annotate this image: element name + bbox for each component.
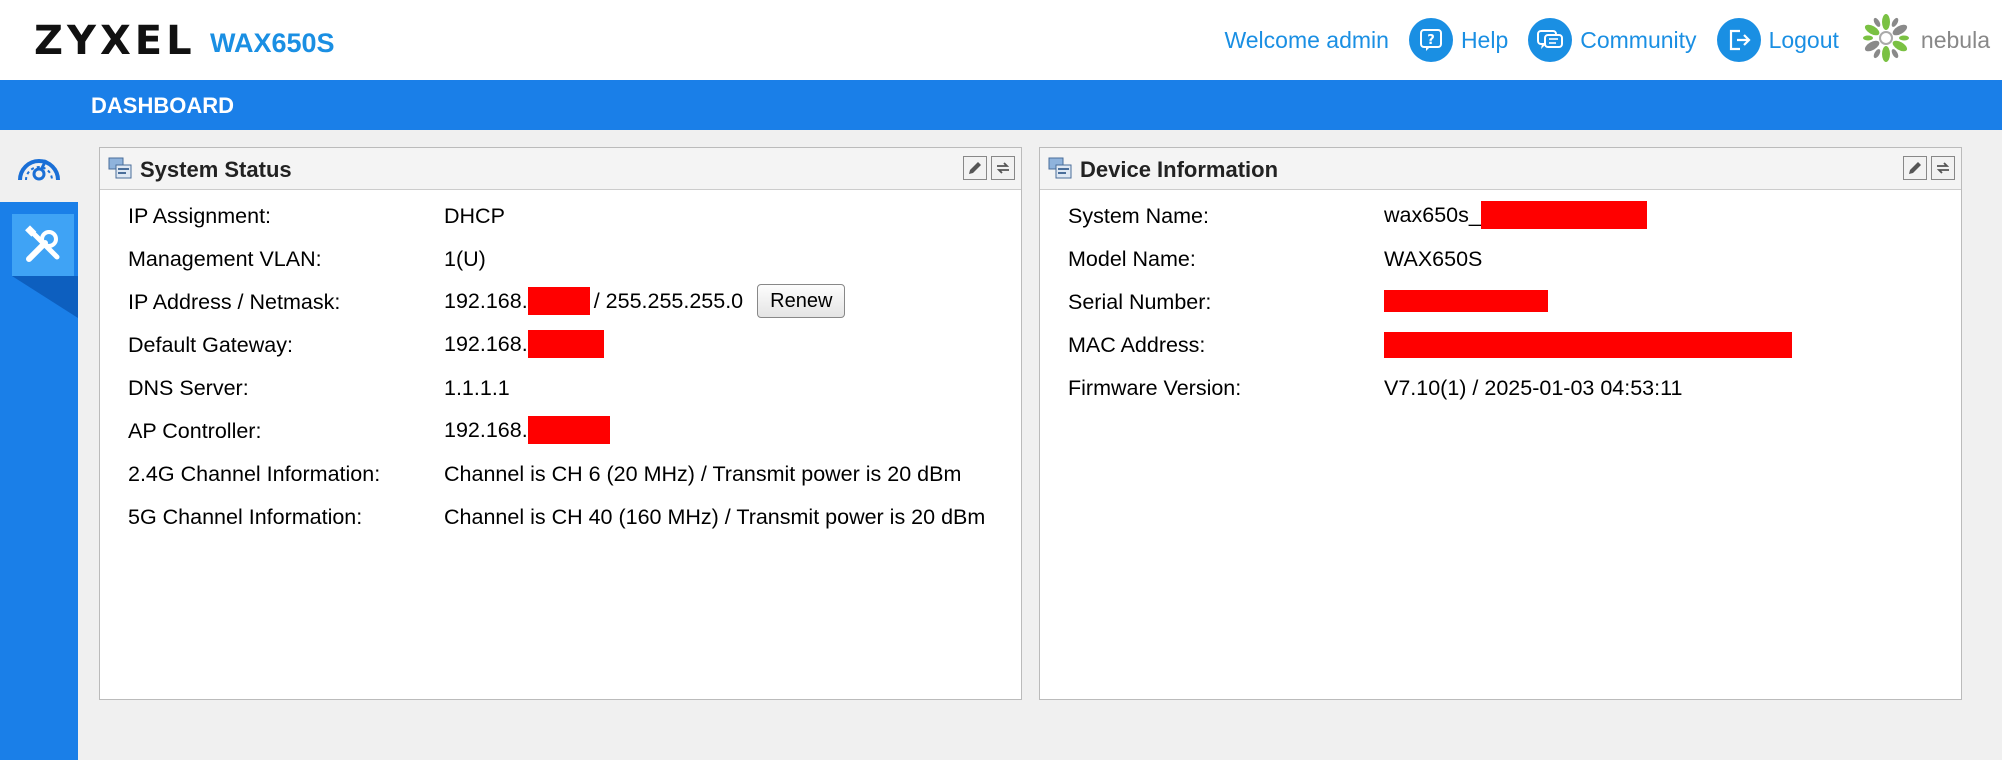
redaction-block — [527, 330, 604, 358]
community-icon — [1528, 18, 1573, 62]
row-label: IP Assignment: — [128, 204, 272, 228]
row-value: 1.1.1.1 — [444, 376, 510, 400]
table-row: Serial Number: — [1040, 280, 1961, 323]
pencil-icon — [1909, 162, 1921, 174]
svg-text:?: ? — [1427, 33, 1435, 48]
table-row: Default Gateway: 192.168. — [100, 323, 1021, 366]
logout-icon — [1716, 18, 1761, 62]
row-value: Channel is CH 40 (160 MHz) / Transmit po… — [444, 505, 986, 529]
redaction-block — [1480, 201, 1647, 229]
top-header: ZYXEL WAX650S Welcome admin ? Help Commu… — [0, 0, 2002, 80]
sidebar-item-dashboard[interactable] — [0, 130, 78, 202]
row-label: Default Gateway: — [128, 333, 293, 357]
table-row: IP Assignment: DHCP — [100, 194, 1021, 237]
panel-tools — [959, 156, 1015, 180]
row-value: WAX650S — [1384, 247, 1483, 271]
redaction-block — [1384, 290, 1548, 312]
table-row: IP Address / Netmask: 192.168. / 255.255… — [100, 280, 1021, 323]
device-information-rows: System Name: wax650s_ Model Name: WAX650… — [1040, 190, 1961, 409]
pencil-icon — [969, 162, 981, 174]
device-information-header: Device Information — [1040, 148, 1961, 190]
table-row: 5G Channel Information: Channel is CH 40… — [100, 495, 1021, 538]
table-row: System Name: wax650s_ — [1040, 194, 1961, 237]
ip-prefix: 192.168. — [444, 288, 528, 313]
logout-link[interactable]: Logout — [1716, 18, 1839, 62]
row-value: 192.168. — [444, 330, 604, 358]
row-label: DNS Server: — [128, 376, 249, 400]
system-status-header: System Status — [100, 148, 1021, 190]
help-label: Help — [1460, 26, 1509, 53]
device-model: WAX650S — [210, 28, 335, 58]
title-bar: DASHBOARD — [0, 80, 2002, 130]
community-link[interactable]: Community — [1528, 18, 1697, 62]
refresh-icon — [1936, 162, 1950, 174]
row-value: DHCP — [444, 204, 505, 228]
row-label: IP Address / Netmask: — [128, 290, 341, 314]
widget-icon — [1048, 157, 1072, 179]
row-value: 192.168. / 255.255.255.0 Renew — [444, 284, 846, 318]
nebula-link[interactable]: nebula — [1859, 11, 1990, 70]
table-row: Firmware Version: V7.10(1) / 2025-01-03 … — [1040, 366, 1961, 409]
row-label: AP Controller: — [128, 419, 262, 443]
netmask-value: / 255.255.255.0 — [593, 288, 744, 313]
refresh-widget-button[interactable] — [991, 156, 1015, 180]
sidebar-item-configuration[interactable] — [12, 214, 74, 276]
device-information-panel: Device Information System Name: wax650s_… — [1039, 147, 1962, 700]
row-label: Model Name: — [1068, 247, 1196, 271]
community-label: Community — [1580, 26, 1697, 53]
edit-widget-button[interactable] — [963, 156, 987, 180]
panel-tools — [1899, 156, 1955, 180]
left-sidebar — [0, 130, 78, 760]
row-label: Management VLAN: — [128, 247, 322, 271]
system-status-title: System Status — [140, 157, 292, 182]
renew-button[interactable]: Renew — [757, 284, 846, 318]
controller-prefix: 192.168. — [444, 417, 528, 442]
refresh-icon — [996, 162, 1010, 174]
page-title: DASHBOARD — [91, 93, 234, 118]
row-value — [1384, 332, 1792, 358]
help-link[interactable]: ? Help — [1408, 18, 1509, 62]
table-row: DNS Server: 1.1.1.1 — [100, 366, 1021, 409]
widget-icon — [108, 157, 132, 179]
help-icon: ? — [1408, 18, 1453, 62]
nebula-logo-icon — [1859, 11, 1913, 70]
welcome-text: Welcome admin — [1224, 26, 1389, 53]
row-label: System Name: — [1068, 204, 1209, 228]
table-row: Management VLAN: 1(U) — [100, 237, 1021, 280]
row-value — [1384, 290, 1548, 312]
row-label: MAC Address: — [1068, 333, 1206, 357]
system-name-prefix: wax650s_ — [1384, 202, 1481, 227]
gateway-prefix: 192.168. — [444, 331, 528, 356]
row-label: Firmware Version: — [1068, 376, 1242, 400]
dashboard-gauge-icon — [18, 159, 60, 181]
refresh-widget-button[interactable] — [1931, 156, 1955, 180]
row-value: wax650s_ — [1384, 201, 1647, 229]
system-status-rows: IP Assignment: DHCP Management VLAN: 1(U… — [100, 190, 1021, 538]
row-value: 192.168. — [444, 416, 610, 444]
redaction-block — [1384, 332, 1792, 358]
row-label: 2.4G Channel Information: — [128, 462, 381, 486]
zyxel-logo: ZYXEL — [34, 18, 196, 64]
row-value: V7.10(1) / 2025-01-03 04:53:11 — [1384, 376, 1683, 400]
redaction-block — [527, 416, 610, 444]
edit-widget-button[interactable] — [1903, 156, 1927, 180]
row-label: 5G Channel Information: — [128, 505, 363, 529]
table-row: Model Name: WAX650S — [1040, 237, 1961, 280]
row-label: Serial Number: — [1068, 290, 1212, 314]
row-value: 1(U) — [444, 247, 486, 271]
redaction-block — [527, 287, 590, 315]
tools-icon — [25, 225, 60, 262]
logout-label: Logout — [1768, 26, 1839, 53]
device-information-title: Device Information — [1080, 157, 1279, 182]
top-nav: Welcome admin ? Help Community Logout ne… — [1224, 0, 2002, 80]
system-status-panel: System Status IP Assignment: DHCP Manage… — [99, 147, 1022, 700]
sidebar-active-pointer — [12, 276, 78, 318]
table-row: 2.4G Channel Information: Channel is CH … — [100, 452, 1021, 495]
table-row: AP Controller: 192.168. — [100, 409, 1021, 452]
nebula-label: nebula — [1920, 26, 1990, 53]
row-value: Channel is CH 6 (20 MHz) / Transmit powe… — [444, 462, 962, 486]
table-row: MAC Address: — [1040, 323, 1961, 366]
